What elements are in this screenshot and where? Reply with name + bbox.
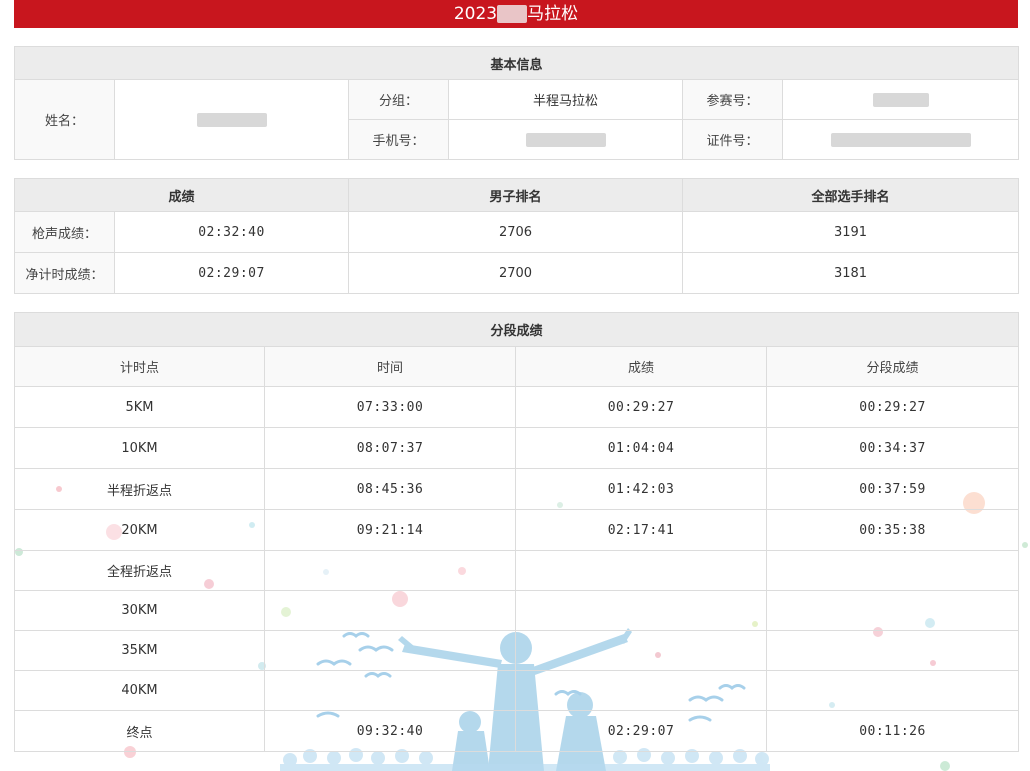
split-point: 30KM <box>14 590 265 631</box>
split-time: 08:07:37 <box>264 427 516 469</box>
split-segment <box>765 630 1020 671</box>
group-label: 分组： <box>348 79 449 120</box>
split-header-time: 时间 <box>264 346 516 387</box>
result-header: 成绩 <box>13 178 350 212</box>
split-result: 02:29:07 <box>515 710 767 752</box>
split-segment: 00:35:38 <box>765 509 1020 551</box>
split-time: 09:21:14 <box>264 509 516 551</box>
split-row: 全程折返点 <box>14 550 1020 591</box>
net-time-label: 净计时成绩： <box>14 252 115 294</box>
id-value <box>781 119 1020 160</box>
split-header-point: 计时点 <box>14 346 265 387</box>
net-male-rank: 2700 <box>348 252 684 294</box>
split-row: 20KM 09:21:14 02:17:41 00:35:38 <box>14 509 1020 551</box>
split-point: 40KM <box>14 670 265 711</box>
split-result <box>515 670 767 711</box>
split-row: 30KM <box>14 590 1020 631</box>
split-result: 00:29:27 <box>515 386 767 428</box>
split-point: 终点 <box>14 710 265 752</box>
split-row: 35KM <box>14 630 1020 671</box>
split-point: 10KM <box>14 427 265 469</box>
gun-time-label: 枪声成绩： <box>14 211 115 253</box>
split-row: 40KM <box>14 670 1020 711</box>
name-value <box>114 79 349 160</box>
split-header-split: 分段成绩 <box>765 346 1020 387</box>
overall-rank-header: 全部选手排名 <box>682 178 1020 212</box>
split-header-result: 成绩 <box>515 346 767 387</box>
event-title-name: 马拉松 <box>527 4 579 24</box>
split-row: 5KM 07:33:00 00:29:27 00:29:27 <box>14 386 1020 428</box>
name-label: 姓名： <box>14 79 115 160</box>
phone-label: 手机号： <box>348 119 449 160</box>
gun-male-rank: 2706 <box>348 211 684 253</box>
group-value: 半程马拉松 <box>448 79 683 120</box>
split-result: 02:17:41 <box>515 509 767 551</box>
split-time: 09:32:40 <box>264 710 516 752</box>
event-title-year: 2023 <box>453 4 498 24</box>
bib-label: 参赛号： <box>682 79 783 120</box>
split-segment <box>765 550 1020 591</box>
results-table: 成绩 男子排名 全部选手排名 枪声成绩： 02:32:40 2706 3191 … <box>13 178 1020 294</box>
split-row: 半程折返点 08:45:36 01:42:03 00:37:59 <box>14 468 1020 510</box>
split-result: 01:42:03 <box>515 468 767 510</box>
id-label: 证件号： <box>682 119 783 160</box>
split-rows: 5KM 07:33:00 00:29:27 00:29:27 10KM 08:07:37 0… <box>14 386 1020 752</box>
split-point: 半程折返点 <box>14 468 265 510</box>
split-time <box>264 670 516 711</box>
split-result <box>515 630 767 671</box>
basic-info-table: 基本信息 姓名： 分组： 半程马拉松 参赛号： 手机号： 证件号： <box>13 46 1020 160</box>
event-title-redacted <box>497 5 528 23</box>
gun-overall-rank: 3191 <box>682 211 1020 253</box>
split-point: 5KM <box>14 386 265 428</box>
split-result <box>515 590 767 631</box>
split-result <box>515 550 767 591</box>
gun-time-value: 02:32:40 <box>113 211 350 253</box>
split-point: 35KM <box>14 630 265 671</box>
split-point: 20KM <box>14 509 265 551</box>
event-title-banner: 2023 马拉松 <box>14 0 1018 28</box>
split-segment: 00:34:37 <box>765 427 1020 469</box>
split-time <box>264 550 516 591</box>
split-time <box>264 630 516 671</box>
split-section-title: 分段成绩 <box>13 312 1020 347</box>
split-segment <box>765 670 1020 711</box>
split-row: 终点 09:32:40 02:29:07 00:11:26 <box>14 710 1020 752</box>
split-segment <box>765 590 1020 631</box>
split-segment: 00:37:59 <box>765 468 1020 510</box>
bib-value <box>781 79 1020 120</box>
net-time-value: 02:29:07 <box>113 252 350 294</box>
male-rank-header: 男子排名 <box>348 178 684 212</box>
split-result: 01:04:04 <box>515 427 767 469</box>
split-segment: 00:29:27 <box>765 386 1020 428</box>
split-time: 07:33:00 <box>264 386 516 428</box>
split-time: 08:45:36 <box>264 468 516 510</box>
split-segment: 00:11:26 <box>765 710 1020 752</box>
split-point: 全程折返点 <box>14 550 265 591</box>
net-overall-rank: 3181 <box>682 252 1020 294</box>
split-time <box>264 590 516 631</box>
split-row: 10KM 08:07:37 01:04:04 00:34:37 <box>14 427 1020 469</box>
phone-value <box>448 119 683 160</box>
basic-info-title: 基本信息 <box>13 46 1020 80</box>
split-times-table: 分段成绩 计时点 时间 成绩 分段成绩 5KM 07:33:00 00:29:27 0… <box>13 312 1020 752</box>
